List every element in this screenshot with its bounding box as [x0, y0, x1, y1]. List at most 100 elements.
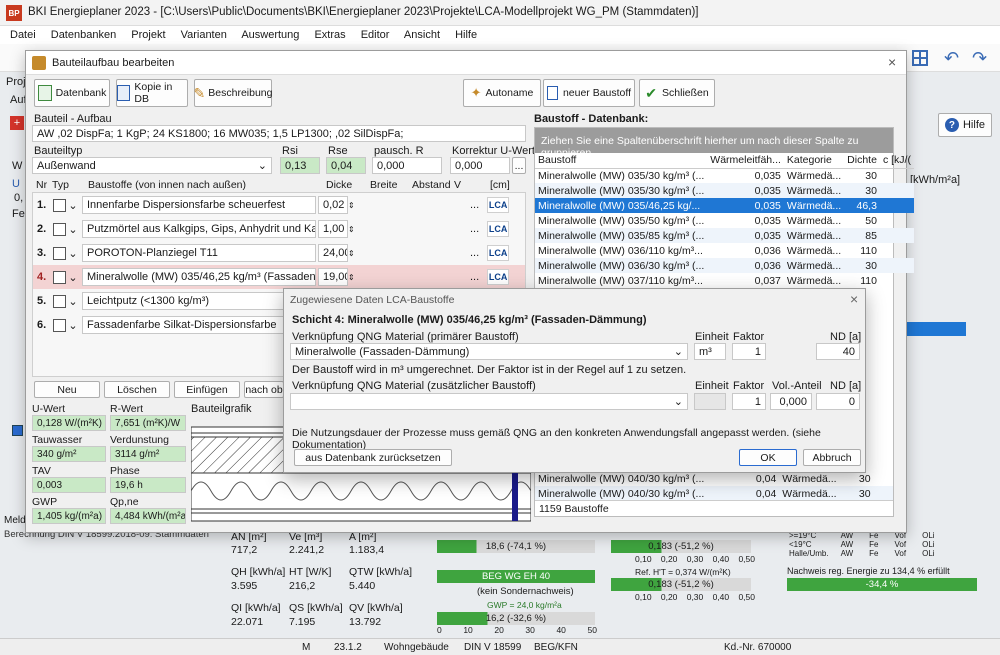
- layer-type-checkbox[interactable]: [53, 222, 66, 236]
- menu-datei[interactable]: Datei: [10, 29, 36, 41]
- bg-checkbox[interactable]: [12, 425, 23, 436]
- lca-button[interactable]: LCA: [487, 245, 510, 261]
- col-baustoff[interactable]: Baustoff: [535, 153, 707, 168]
- layer-type-checkbox[interactable]: [53, 318, 66, 332]
- bg-w: W: [12, 160, 23, 172]
- chevron-down-icon[interactable]: ⌄: [66, 223, 80, 236]
- layer-row[interactable]: 2. ⌄ Putzmörtel aus Kalkgips, Gips, Anhy…: [33, 217, 525, 241]
- bg-tab-proj[interactable]: Proj: [6, 76, 26, 88]
- rse-field[interactable]: 0,04: [326, 157, 366, 174]
- layer-name[interactable]: Innenfarbe Dispersionsfarbe scheuerfest: [82, 196, 316, 214]
- col-dichte[interactable]: Dichte: [844, 153, 880, 168]
- table-row[interactable]: Mineralwolle (MW) 035/30 kg/m³ (... 0,035…: [535, 168, 914, 183]
- layer-dots[interactable]: ...: [470, 223, 479, 235]
- faktor2-field[interactable]: 1: [732, 393, 766, 410]
- chevron-down-icon[interactable]: ⌄: [66, 247, 80, 260]
- layer-row[interactable]: 1. ⌄ Innenfarbe Dispersionsfarbe scheuer…: [33, 193, 525, 217]
- layer-dicke[interactable]: 1,00: [318, 220, 348, 238]
- kopie-button[interactable]: Kopie in DB: [116, 79, 188, 107]
- nd2-field[interactable]: 0: [816, 393, 860, 410]
- col-kategorie[interactable]: Kategorie: [784, 153, 844, 168]
- undo-icon[interactable]: ↶: [944, 48, 959, 69]
- einheit-field[interactable]: m³: [694, 343, 726, 360]
- menu-datenbanken[interactable]: Datenbanken: [51, 29, 116, 41]
- faktor-field[interactable]: 1: [732, 343, 766, 360]
- menu-ansicht[interactable]: Ansicht: [404, 29, 440, 41]
- layer-row[interactable]: 3. ⌄ POROTON-Planziegel T11 24,00 ⇕ ... …: [33, 241, 525, 265]
- layer-name[interactable]: Putzmörtel aus Kalkgips, Gips, Anhydrit …: [82, 220, 316, 238]
- layer-type-checkbox[interactable]: [53, 294, 66, 308]
- redo-icon[interactable]: ↷: [972, 48, 987, 69]
- col-c[interactable]: c [kJ/(: [880, 153, 914, 168]
- table-row-selected[interactable]: Mineralwolle (MW) 035/46,25 kg/... 0,035 W…: [535, 198, 914, 213]
- datenbank-button[interactable]: Datenbank: [34, 79, 110, 107]
- abbruch-button[interactable]: Abbruch: [803, 449, 861, 466]
- ok-button[interactable]: OK: [739, 449, 797, 466]
- table-row[interactable]: Mineralwolle (MW) 036/30 kg/m³ (... 0,036…: [535, 258, 914, 273]
- menu-extras[interactable]: Extras: [314, 29, 345, 41]
- menu-hilfe[interactable]: Hilfe: [455, 29, 477, 41]
- beschreibung-button[interactable]: ✎ Beschreibung: [194, 79, 272, 107]
- typ-select[interactable]: Außenwand ⌄: [32, 157, 272, 174]
- nd-field[interactable]: 40: [816, 343, 860, 360]
- rsi-field[interactable]: 0,13: [280, 157, 320, 174]
- layer-name[interactable]: Leichtputz (<1300 kg/m³): [82, 292, 316, 310]
- chevron-down-icon[interactable]: ⌄: [66, 319, 80, 332]
- chevron-down-icon[interactable]: ⌄: [66, 271, 80, 284]
- neu-button[interactable]: Neu: [34, 381, 100, 398]
- layer-name[interactable]: POROTON-Planziegel T11: [82, 244, 316, 262]
- chevron-down-icon[interactable]: ⌄: [66, 199, 80, 212]
- secondary-select[interactable]: ⌄: [290, 393, 688, 410]
- layer-dots[interactable]: ...: [470, 247, 479, 259]
- nach-oben-button[interactable]: nach ob: [244, 381, 284, 398]
- layer-dots[interactable]: ...: [470, 271, 479, 283]
- layer-dicke[interactable]: 0,02: [318, 196, 348, 214]
- layer-dots[interactable]: ...: [470, 199, 479, 211]
- lca-button[interactable]: LCA: [487, 197, 510, 213]
- lca-button[interactable]: LCA: [487, 221, 510, 237]
- vol-field[interactable]: 0,000: [770, 393, 812, 410]
- table-row[interactable]: Mineralwolle (MW) 035/30 kg/m³ (... 0,035…: [535, 183, 914, 198]
- korr-field[interactable]: 0,000: [450, 157, 510, 174]
- bg-red-icon[interactable]: +: [10, 116, 24, 130]
- bauteil-field[interactable]: AW ,02 DispFa; 1 KgP; 24 KS1800; 16 MW03…: [32, 125, 526, 142]
- einfuegen-button[interactable]: Einfügen: [174, 381, 240, 398]
- table-row[interactable]: Mineralwolle (MW) 037/110 kg/m³... 0,037 W…: [535, 273, 914, 288]
- spin-icon[interactable]: ⇕: [348, 201, 358, 210]
- autoname-button[interactable]: ✦ Autoname: [463, 79, 541, 107]
- table-row[interactable]: Mineralwolle (MW) 036/110 kg/m³... 0,036 W…: [535, 243, 914, 258]
- neuer-baustoff-button[interactable]: neuer Baustoff: [543, 79, 635, 107]
- menu-auswertung[interactable]: Auswertung: [241, 29, 299, 41]
- help-button[interactable]: ? Hilfe: [938, 113, 992, 137]
- primary-select[interactable]: Mineralwolle (Fassaden-Dämmung) ⌄: [290, 343, 688, 360]
- menu-varianten[interactable]: Varianten: [181, 29, 227, 41]
- layer-dicke[interactable]: 24,00: [318, 244, 348, 262]
- layer-name[interactable]: Mineralwolle (MW) 035/46,25 kg/m³ (Fassa…: [82, 268, 316, 286]
- layer-name[interactable]: Fassadenfarbe Silkat-Dispersionsfarbe: [82, 316, 316, 334]
- col-waermeleit[interactable]: Wärmeleitfäh...: [707, 153, 784, 168]
- spin-icon[interactable]: ⇕: [348, 225, 358, 234]
- layer-row-selected[interactable]: 4. ⌄ Mineralwolle (MW) 035/46,25 kg/m³ (…: [33, 265, 525, 289]
- dialog-close-icon[interactable]: ×: [888, 54, 896, 70]
- menu-editor[interactable]: Editor: [361, 29, 390, 41]
- table-row[interactable]: Mineralwolle (MW) 035/50 kg/m³ (... 0,035…: [535, 213, 914, 228]
- chevron-down-icon[interactable]: ⌄: [66, 295, 80, 308]
- spin-icon[interactable]: ⇕: [348, 249, 358, 258]
- loeschen-button[interactable]: Löschen: [104, 381, 170, 398]
- reset-button[interactable]: aus Datenbank zurücksetzen: [294, 449, 452, 466]
- schliessen-button[interactable]: ✔ Schließen: [639, 79, 715, 107]
- spin-icon[interactable]: ⇕: [348, 273, 358, 282]
- layer-type-checkbox[interactable]: [53, 198, 66, 212]
- lca-button[interactable]: LCA: [487, 269, 510, 285]
- table-row[interactable]: Mineralwolle (MW) 040/30 kg/m³ (... 0,04 W…: [535, 471, 893, 486]
- layer-dicke[interactable]: 19,00: [318, 268, 348, 286]
- layer-type-checkbox[interactable]: [53, 270, 66, 284]
- popup-close-icon[interactable]: ×: [850, 291, 858, 307]
- menu-projekt[interactable]: Projekt: [131, 29, 165, 41]
- pausch-field[interactable]: 0,000: [372, 157, 442, 174]
- grid-icon[interactable]: [912, 50, 928, 66]
- layer-type-checkbox[interactable]: [53, 246, 66, 260]
- table-row[interactable]: Mineralwolle (MW) 035/85 kg/m³ (... 0,035…: [535, 228, 914, 243]
- table-row[interactable]: Mineralwolle (MW) 040/30 kg/m³ (... 0,04 W…: [535, 486, 893, 501]
- korr-dots-button[interactable]: ...: [512, 157, 526, 174]
